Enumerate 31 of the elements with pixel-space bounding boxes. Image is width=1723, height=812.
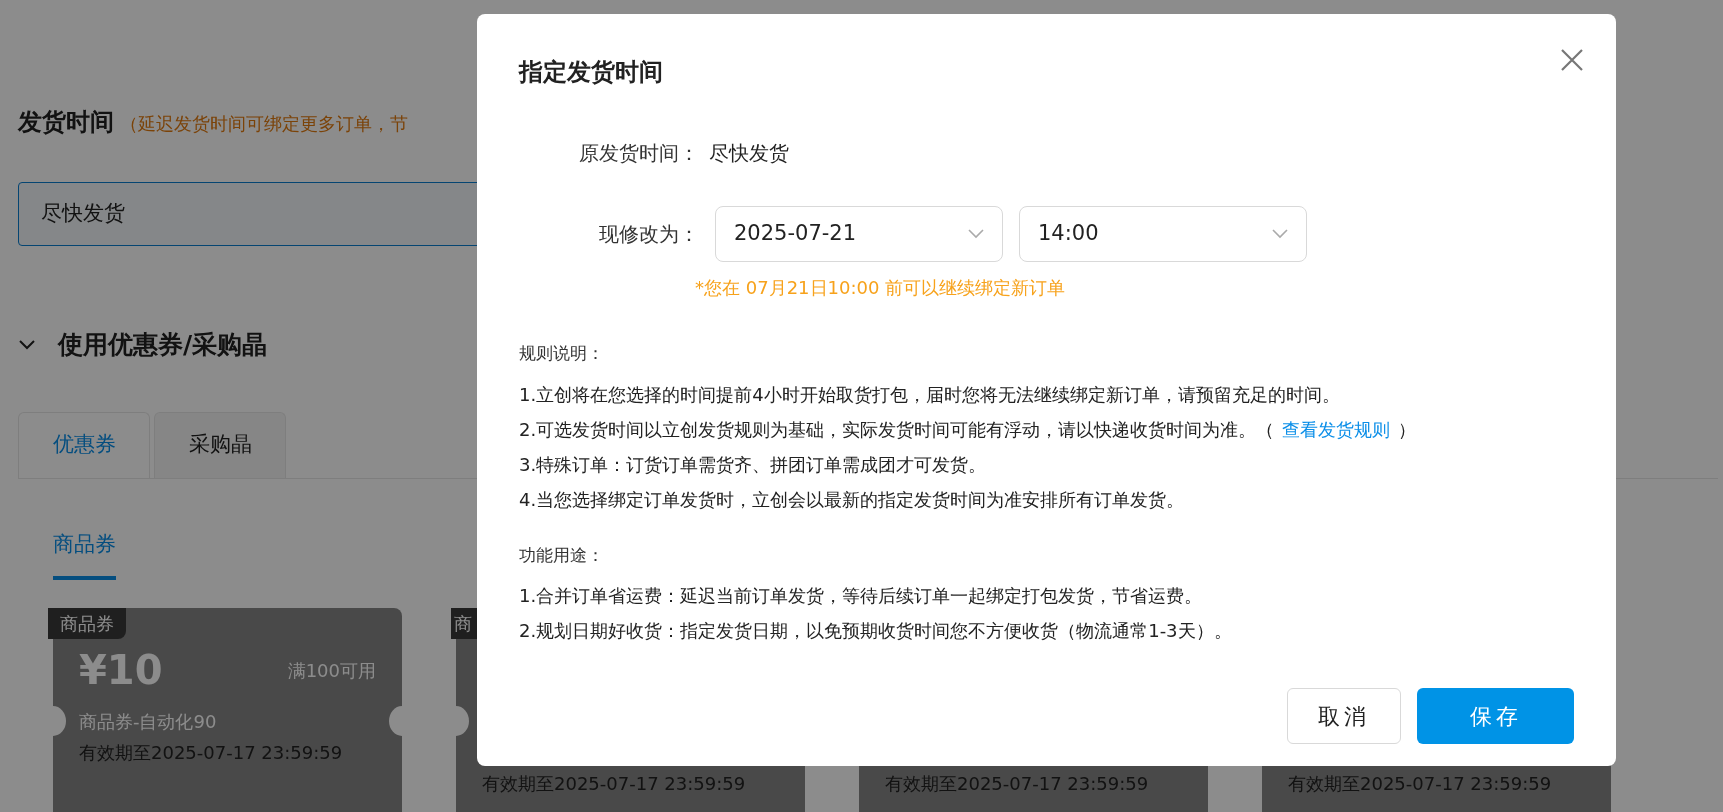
coupon-name: 商品券-自动化90 (79, 710, 218, 734)
rule-text: 1.合并订单省运费：延迟当前订单发货，等待后续订单一起绑定打包发货，节省运费。 (519, 584, 1204, 608)
rules-link[interactable]: 查看发货规则 (1282, 418, 1391, 440)
section-heading: 规则说明： (519, 342, 605, 365)
section-title: 使用优惠券/采购晶 (58, 329, 268, 361)
section-title: 发货时间 (18, 107, 114, 138)
tab[interactable]: 商品券 (53, 528, 116, 580)
section-hint: （延迟发货时间可绑定更多订单，节 (120, 112, 408, 136)
coupon-amount: ¥10 (79, 648, 163, 692)
date-select[interactable]: 2025-07-21 (715, 206, 1003, 262)
rule-text: 4.当您选择绑定订单发货时，立创会以最新的指定发货时间为准安排所有订单发货。 (519, 487, 1186, 512)
section-heading: 功能用途： (519, 543, 605, 567)
coupon-tag: 商品券 (48, 608, 126, 639)
chevron-down-icon (968, 229, 984, 239)
dialog-title: 指定发货时间 (519, 57, 663, 88)
cancel-button[interactable]: 取消 (1287, 688, 1401, 744)
field-label: 原发货时间： (578, 140, 699, 167)
rule-text: 2.规划日期好收货：指定发货日期，以免预期收货时间您不方便收货（物流通常1-3天）。 (519, 619, 1233, 643)
chevron-down-icon (1272, 229, 1288, 239)
tab[interactable]: 采购晶 (154, 411, 286, 478)
field-label: 现修改为： (598, 221, 699, 248)
notice-text: *您在 07月21日10:00 前可以继续绑定新订单 (695, 276, 1067, 300)
time-select[interactable]: 14:00 (1019, 206, 1307, 262)
rule-text: 1.立创将在您选择的时间提前4小时开始取货打包，届时您将无法继续绑定新订单，请预留充足的时间。 (519, 382, 1341, 407)
rule-text: 2.可选发货时间以立创发货规则为基础，实际发货时间可能有浮动，请以快递收货时间为准。（ 查看发货规则 ） (519, 417, 1418, 442)
coupon-condition: 满100可用 (287, 658, 376, 683)
field-value: 尽快发货 (709, 140, 789, 167)
rule-text: 3.特殊订单：订货订单需货齐、拼团订单需成团才可发货。 (519, 452, 988, 477)
chevron-down-icon[interactable] (18, 338, 36, 351)
save-button[interactable]: 保存 (1417, 688, 1574, 744)
tab[interactable]: 优惠券 (18, 411, 150, 478)
